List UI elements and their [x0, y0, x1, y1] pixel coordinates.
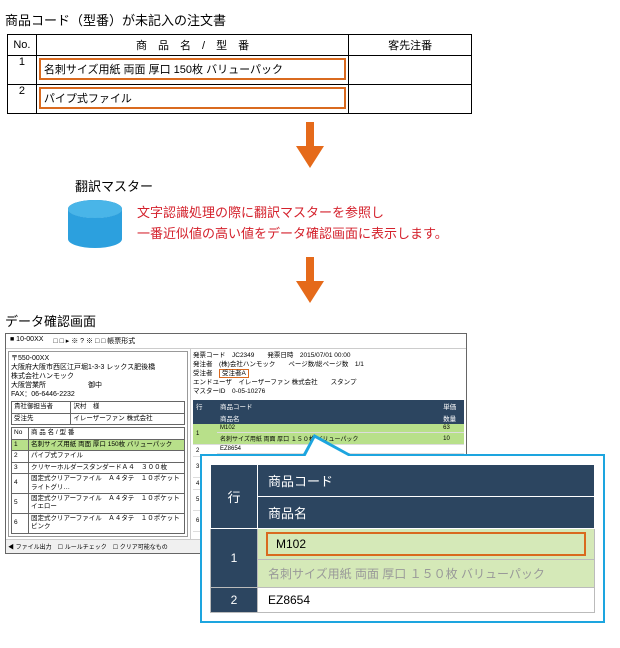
master-description: 文字認識処理の際に翻訳マスターを参照し一番近似値の高い値をデータ確認画面に表示し… — [137, 203, 448, 245]
master-label: 翻訳マスター — [75, 176, 615, 195]
col-name: 商 品 名 / 型 番 — [36, 35, 349, 56]
col-product-name: 商品名 — [258, 496, 595, 528]
arrow-down-icon — [5, 122, 615, 168]
title-order-form: 商品コード（型番）が未記入の注文書 — [5, 10, 615, 29]
selected-name-cell: 名刺サイズ用紙 両面 厚口 １５０枚 バリューパック — [258, 559, 595, 587]
row-no-2: 2 — [8, 85, 37, 114]
toolbar-icons[interactable]: □ □ ▸ ※ ? ※ □ □ 帳票形式 — [53, 336, 135, 346]
selected-code-cell[interactable]: M102 — [258, 528, 595, 559]
col-ref: 客先注番 — [349, 35, 472, 56]
callout-zoom: 行 商品コード 商品名 1 M102 名刺サイズ用紙 両面 厚口 １５０枚 バリ… — [200, 454, 605, 623]
tab-item[interactable]: ■ 10-00XX — [10, 336, 43, 346]
row-no-1: 1 — [8, 56, 37, 85]
row2-code[interactable]: EZ8654 — [258, 587, 595, 612]
col-row: 行 — [211, 464, 258, 528]
order-table: No. 商 品 名 / 型 番 客先注番 1 名刺サイズ用紙 両面 厚口 150… — [7, 34, 472, 114]
database-icon — [65, 199, 125, 249]
col-product-code: 商品コード — [258, 464, 595, 496]
row-name-1: 名刺サイズ用紙 両面 厚口 150枚 バリューパック — [36, 56, 349, 85]
title-confirm-screen: データ確認画面 — [5, 311, 615, 330]
row-name-2: パイプ式ファイル — [36, 85, 349, 114]
col-no: No. — [8, 35, 37, 56]
arrow-down-icon — [5, 257, 615, 303]
